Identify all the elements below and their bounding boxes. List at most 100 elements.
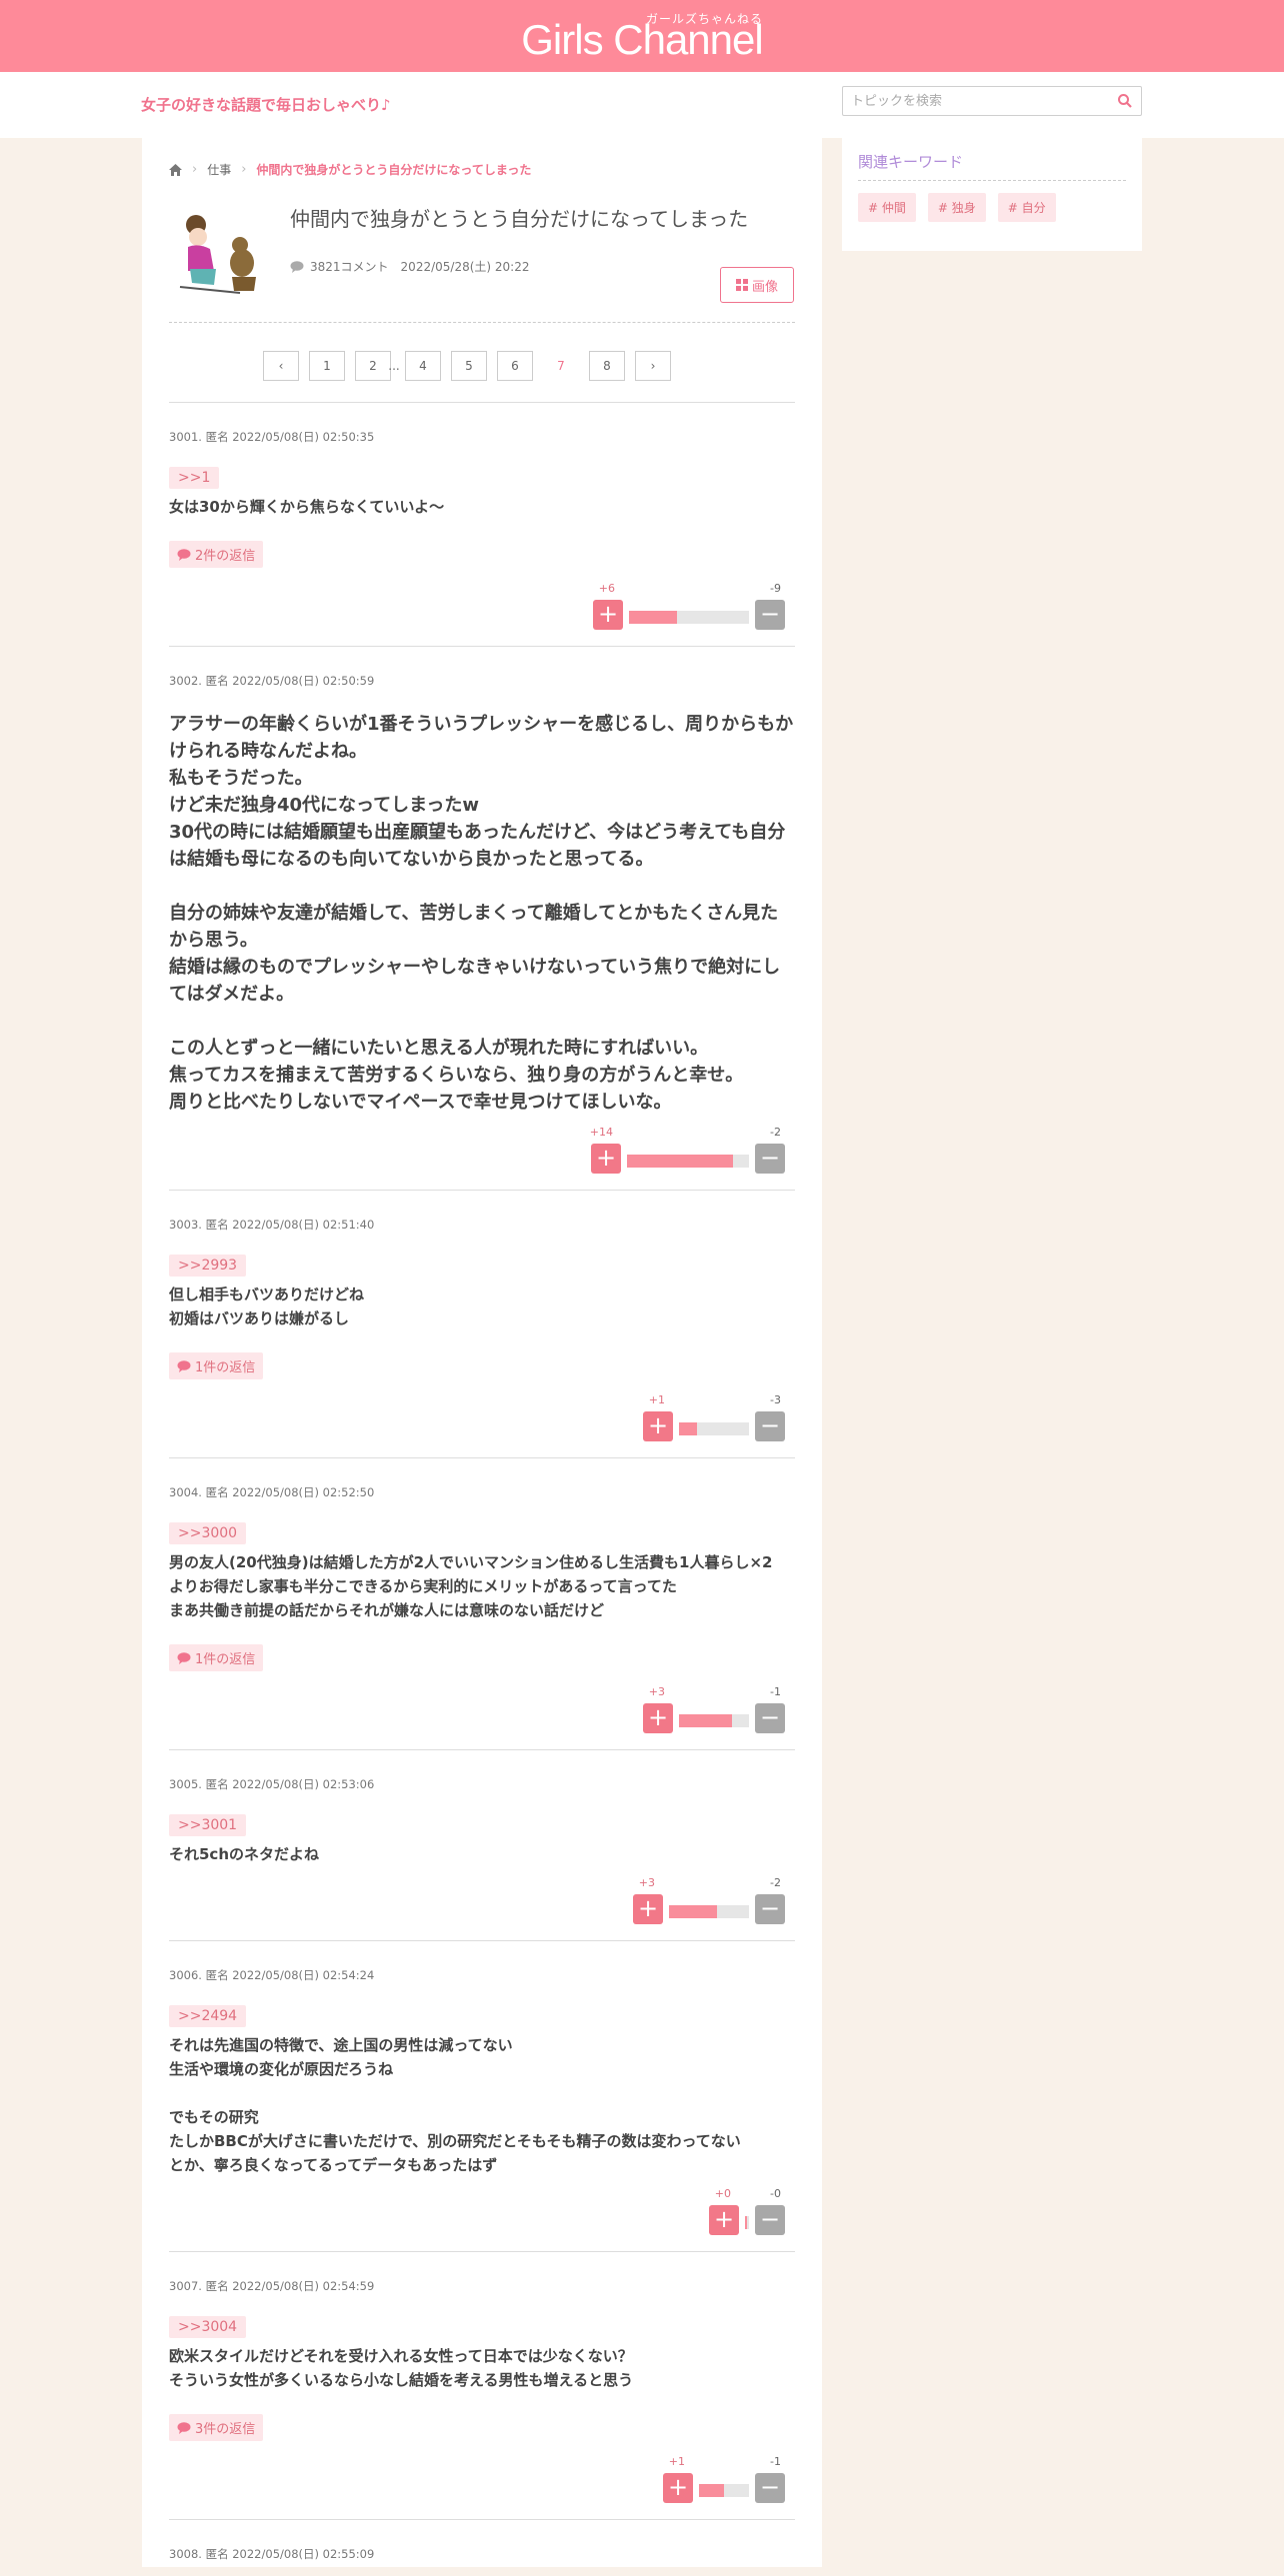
vote-ratio-fill (627, 1155, 734, 1168)
comment-meta: 3003. 匿名 2022/05/08(日) 02:51:40 (169, 1218, 375, 1232)
comment: 3004. 匿名 2022/05/08(日) 02:52:50 >>3000 男の友… (169, 1457, 795, 1749)
related-keywords-panel: 関連キーワード # 仲間 # 独身 # 自分 (842, 137, 1142, 251)
minus-vote-button[interactable]: − (755, 1411, 785, 1441)
speech-bubble-icon (177, 2421, 191, 2434)
vote-ratio-bar (745, 2216, 749, 2229)
comment-body: 男の友人(20代独身)は結婚した方が2人でいいマンション住めるし生活費も1人暮ら… (169, 1553, 773, 1619)
plus-vote-button[interactable]: + (643, 1411, 673, 1441)
plus-count: +6 (598, 582, 615, 595)
vote-area: +1 -3 + − (169, 1393, 795, 1443)
minus-vote-button[interactable]: − (755, 1144, 785, 1174)
keyword-list: # 仲間 # 独身 # 自分 (858, 193, 1126, 222)
comment-icon (290, 260, 304, 273)
minus-count: -2 (770, 1876, 781, 1889)
topic-thumbnail[interactable] (170, 203, 270, 303)
minus-vote-button[interactable]: − (755, 2473, 785, 2503)
next-page-button[interactable]: › (635, 351, 671, 381)
replies-button[interactable]: 1件の返信 (169, 1352, 264, 1379)
speech-bubble-icon (177, 1651, 191, 1664)
vote-area: +3 -2 + − (169, 1876, 795, 1926)
plus-vote-button[interactable]: + (633, 1894, 663, 1924)
vote-ratio-fill (679, 1422, 697, 1435)
replies-button[interactable]: 1件の返信 (169, 1644, 264, 1671)
tagline: 女子の好きな話題で毎日おしゃべり♪ (141, 96, 391, 114)
replies-button[interactable]: 3件の返信 (169, 2414, 264, 2441)
page-link[interactable]: 2 (355, 351, 391, 381)
page-link[interactable]: 4 (405, 351, 441, 381)
comment: 3003. 匿名 2022/05/08(日) 02:51:40 >>2993 但し相… (169, 1190, 795, 1457)
minus-vote-button[interactable]: − (755, 1703, 785, 1733)
grid-icon (735, 279, 748, 291)
image-button-label: 画像 (751, 279, 778, 295)
main-content: › 仕事 › 仲間内で独身がとうとう自分だけになってしまった 仲間内で独身がとう… (142, 137, 822, 2567)
reply-anchor-link[interactable]: >>3001 (169, 1814, 247, 1836)
home-icon[interactable] (169, 163, 182, 176)
topic-meta: 3821コメント 2022/05/28(土) 20:22 (290, 258, 529, 275)
comment-meta: 3006. 匿名 2022/05/08(日) 02:54:24 (169, 1968, 375, 1982)
minus-count: -9 (770, 582, 781, 595)
page-link[interactable]: 7 (543, 351, 579, 381)
pagination-ellipsis: ... (388, 359, 400, 373)
vote-ratio-bar (679, 1714, 749, 1727)
breadcrumb-category[interactable]: 仕事 (207, 161, 231, 178)
reply-anchor-link[interactable]: >>3000 (169, 1522, 247, 1544)
vote-ratio-fill (679, 1714, 732, 1727)
search-icon[interactable] (1117, 93, 1133, 109)
related-keywords-title: 関連キーワード (858, 151, 1126, 181)
reply-anchor-link[interactable]: >>3004 (169, 2316, 247, 2338)
image-button[interactable]: 画像 (720, 267, 794, 303)
divider (169, 322, 795, 323)
keyword-tag[interactable]: # 自分 (997, 193, 1056, 222)
topic-date: 2022/05/28(土) 20:22 (400, 260, 530, 274)
page-link[interactable]: 1 (309, 351, 345, 381)
comment: 3001. 匿名 2022/05/08(日) 02:50:35 >>1 女は30から… (169, 402, 795, 646)
reply-anchor-link[interactable]: >>1 (169, 467, 220, 489)
logo-title: Girls Channel (521, 16, 763, 63)
comment-list: 3001. 匿名 2022/05/08(日) 02:50:35 >>1 女は30から… (169, 402, 795, 2576)
comment-meta: 3005. 匿名 2022/05/08(日) 02:53:06 (169, 1777, 375, 1791)
site-logo[interactable]: ガールズちゃんねる Girls Channel (0, 0, 1284, 72)
comment-body: 欧米スタイルだけどそれを受け入れる女性って日本では少なくない？ そういう女性が多… (169, 2347, 634, 2389)
comment-body: 女は30から輝くから焦らなくていいよ～ (169, 498, 445, 516)
page-link[interactable]: 6 (497, 351, 533, 381)
minus-vote-button[interactable]: − (755, 2205, 785, 2235)
comment-body: アラサーの年齢くらいが1番そういうプレッシャーを感じるし、周りからもか けられる… (169, 714, 794, 1113)
comment-meta: 3002. 匿名 2022/05/08(日) 02:50:59 (169, 674, 375, 688)
replies-button[interactable]: 2件の返信 (169, 541, 264, 568)
search-input[interactable] (843, 87, 1103, 115)
plus-count: +3 (648, 1685, 665, 1698)
plus-vote-button[interactable]: + (709, 2205, 739, 2235)
plus-count: +14 (589, 1126, 613, 1139)
page-link[interactable]: 5 (451, 351, 487, 381)
plus-vote-button[interactable]: + (593, 600, 623, 630)
reply-anchor-link[interactable]: >>2494 (169, 2005, 247, 2027)
vote-area: +3 -1 + − (169, 1685, 795, 1735)
keyword-tag[interactable]: # 独身 (927, 193, 986, 222)
vote-area: +6 -9 + − (169, 582, 795, 632)
speech-bubble-icon (177, 548, 191, 561)
plus-vote-button[interactable]: + (643, 1703, 673, 1733)
minus-vote-button[interactable]: − (755, 600, 785, 630)
minus-count: -1 (770, 2455, 781, 2468)
comment-meta: 3008. 匿名 2022/05/08(日) 02:55:09 (169, 2547, 375, 2561)
comment-body: それは先進国の特徴で、途上国の男性は減ってない 生活や環境の変化が原因だろうね … (169, 2036, 741, 2174)
plus-vote-button[interactable]: + (663, 2473, 693, 2503)
plus-count: +3 (638, 1876, 655, 1889)
chevron-right-icon: › (241, 162, 247, 177)
plus-count: +1 (648, 1393, 665, 1406)
keyword-tag[interactable]: # 仲間 (858, 193, 916, 222)
comment: 3006. 匿名 2022/05/08(日) 02:54:24 >>2494 それは… (169, 1940, 795, 2251)
minus-vote-button[interactable]: − (755, 1894, 785, 1924)
speech-bubble-icon (177, 1359, 191, 1372)
comment: 3007. 匿名 2022/05/08(日) 02:54:59 >>3004 欧米ス… (169, 2251, 795, 2519)
comment: 3002. 匿名 2022/05/08(日) 02:50:59 アラサーの年齢くら… (169, 646, 795, 1190)
comment-meta: 3001. 匿名 2022/05/08(日) 02:50:35 (169, 430, 375, 444)
vote-ratio-fill (669, 1905, 717, 1918)
search-box[interactable] (842, 86, 1142, 116)
reply-anchor-link[interactable]: >>2993 (169, 1255, 247, 1277)
vote-ratio-fill (745, 2216, 747, 2229)
page-link[interactable]: 8 (589, 351, 625, 381)
site-header: ガールズちゃんねる Girls Channel (0, 0, 1284, 72)
plus-vote-button[interactable]: + (591, 1144, 621, 1174)
prev-page-button[interactable]: ‹ (263, 351, 299, 381)
